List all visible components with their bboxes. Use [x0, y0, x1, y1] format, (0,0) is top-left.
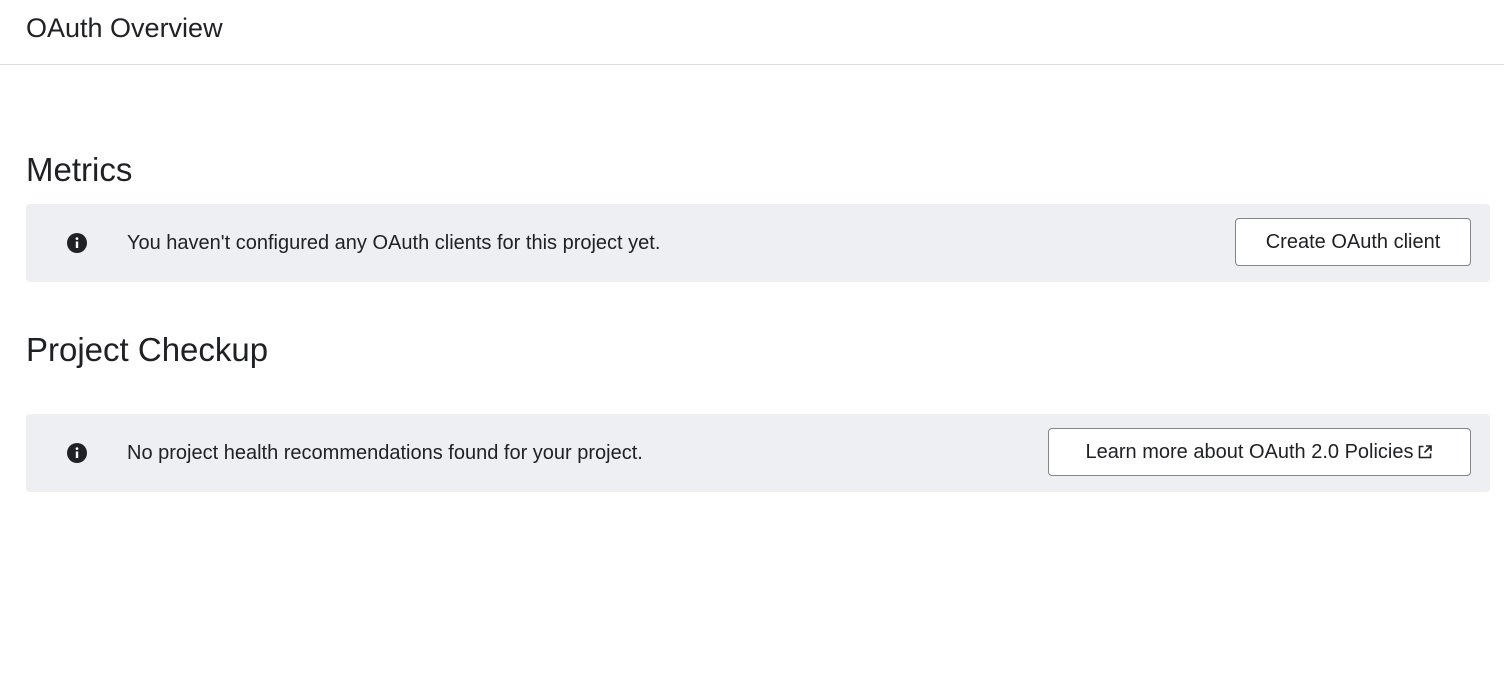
external-link-icon	[1419, 445, 1433, 459]
info-icon	[67, 443, 87, 463]
create-oauth-client-button[interactable]: Create OAuth client	[1235, 218, 1471, 266]
metrics-info-banner: You haven't configured any OAuth clients…	[26, 204, 1490, 282]
info-icon	[67, 233, 87, 253]
project-checkup-heading: Project Checkup	[26, 331, 269, 368]
learn-more-label: Learn more about OAuth 2.0 Policies	[1085, 440, 1414, 463]
top-bar: OAuth Overview	[0, 0, 1504, 65]
create-oauth-client-label: Create OAuth client	[1265, 230, 1441, 253]
project-checkup-banner-message: No project health recommendations found …	[127, 442, 643, 464]
learn-more-oauth-policies-button[interactable]: Learn more about OAuth 2.0 Policies	[1048, 428, 1471, 476]
metrics-heading: Metrics	[26, 151, 133, 188]
page-title: OAuth Overview	[26, 13, 223, 43]
metrics-banner-message: You haven't configured any OAuth clients…	[127, 232, 661, 254]
project-checkup-info-banner: No project health recommendations found …	[26, 414, 1490, 492]
